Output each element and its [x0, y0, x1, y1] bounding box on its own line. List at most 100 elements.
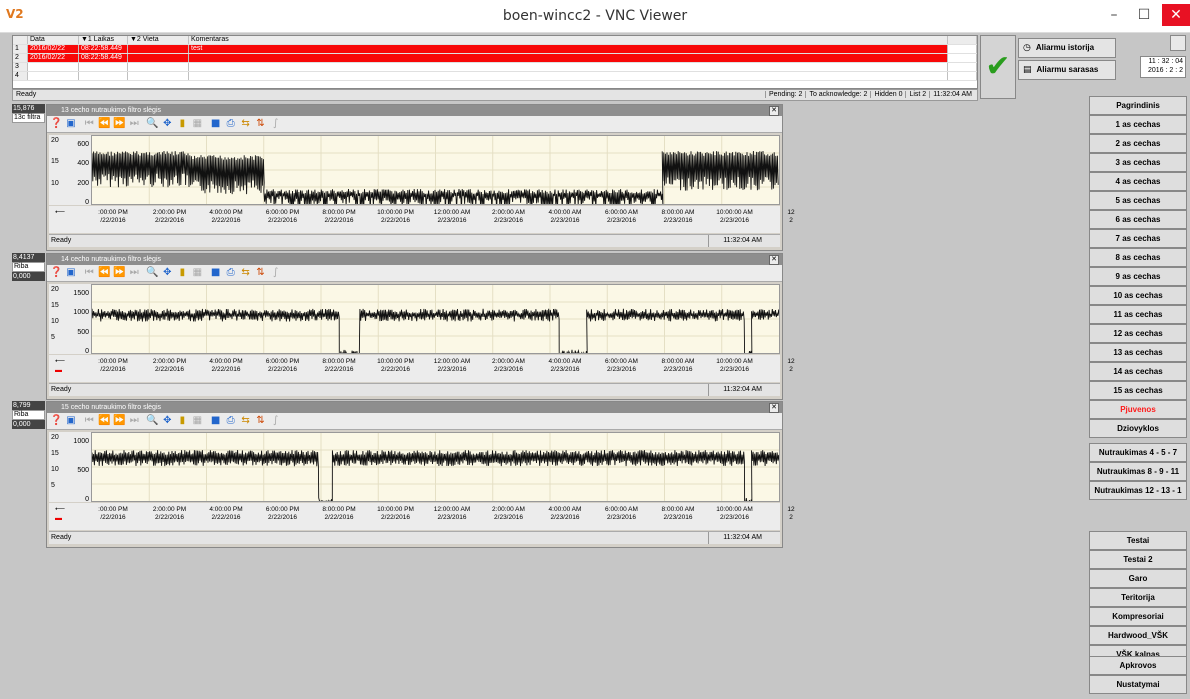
alarm-col-time[interactable]: ▼1 Laikas [78, 36, 128, 45]
zoom-icon[interactable]: 🔍 [146, 116, 158, 132]
nav-button-dziovyklos[interactable]: Dziovyklos [1089, 419, 1187, 438]
trend-window[interactable]: 13 cecho nutraukimo filtro slėgis ✕ ❓ ▣ ⏮ ⏪… [46, 104, 795, 251]
select-icon[interactable]: ▦ [191, 265, 203, 281]
move-icon[interactable]: ✥ [161, 413, 173, 429]
print-icon[interactable]: ⎙ [225, 116, 237, 132]
minimize-button[interactable]: – [1100, 4, 1128, 26]
help-icon[interactable]: ❓ [50, 265, 62, 281]
nav-button-garo[interactable]: Garo [1089, 569, 1187, 588]
last-icon[interactable]: ⏭ [128, 413, 140, 429]
prev-icon[interactable]: ⏪ [98, 265, 110, 281]
nav-button-5-as-cechas[interactable]: 5 as cechas [1089, 191, 1187, 210]
export-icon[interactable]: ⇆ [240, 413, 252, 429]
stats-icon[interactable]: ⇅ [255, 413, 267, 429]
alarm-col-date[interactable]: Data [27, 36, 79, 45]
nav-button-7-as-cechas[interactable]: 7 as cechas [1089, 229, 1187, 248]
nav-button-15-as-cechas[interactable]: 15 as cechas [1089, 381, 1187, 400]
alarm-col-comment[interactable]: Komentaras [188, 36, 948, 45]
nav-button-testai-2[interactable]: Testai 2 [1089, 550, 1187, 569]
nav-button-8-as-cechas[interactable]: 8 as cechas [1089, 248, 1187, 267]
nav-button-kompresoriai[interactable]: Kompresoriai [1089, 607, 1187, 626]
nav-button-hardwood-v-k[interactable]: Hardwood_VŠK [1089, 626, 1187, 645]
close-icon[interactable]: ✕ [769, 403, 779, 413]
select-icon[interactable]: ▦ [191, 116, 203, 132]
alarm-row[interactable]: 1 2016/02/22 08:22:58.449 test [13, 44, 977, 54]
value-label[interactable]: 13c filtra [12, 113, 45, 123]
maximize-button[interactable]: ☐ [1130, 4, 1158, 26]
nav-button-pjuvenos[interactable]: Pjuvenos [1089, 400, 1187, 419]
stop-icon[interactable]: ■ [210, 413, 222, 429]
close-icon[interactable]: ✕ [769, 106, 779, 116]
trend-plot[interactable] [91, 135, 780, 205]
nav-button-nutraukimas-4-5-7[interactable]: Nutraukimas 4 - 5 - 7 [1089, 443, 1187, 462]
nav-button-4-as-cechas[interactable]: 4 as cechas [1089, 172, 1187, 191]
alarm-row[interactable]: 2 2016/02/22 08:22:58.449 [13, 53, 977, 63]
alarm-row[interactable]: 4 [13, 71, 977, 81]
alarm-table[interactable]: Data ▼1 Laikas ▼2 Vieta Komentaras 1 201… [12, 35, 978, 89]
zoom-icon[interactable]: 🔍 [146, 265, 158, 281]
nav-button-6-as-cechas[interactable]: 6 as cechas [1089, 210, 1187, 229]
config-icon[interactable]: ▣ [65, 116, 77, 132]
acknowledge-button[interactable]: ✔ [980, 35, 1016, 99]
zoom-icon[interactable]: 🔍 [146, 413, 158, 429]
ruler-icon[interactable]: ▮ [176, 116, 188, 132]
print-icon[interactable]: ⎙ [225, 413, 237, 429]
nav-button-testai[interactable]: Testai [1089, 531, 1187, 550]
config-icon[interactable]: ▣ [65, 265, 77, 281]
nav-button-11-as-cechas[interactable]: 11 as cechas [1089, 305, 1187, 324]
alarm-history-button[interactable]: ◷ Aliarmu istorija [1018, 38, 1116, 58]
close-icon[interactable]: ✕ [769, 255, 779, 265]
export-icon[interactable]: ⇆ [240, 265, 252, 281]
panel-icon[interactable] [1170, 35, 1186, 51]
alarm-row[interactable]: 3 [13, 62, 977, 72]
help-icon[interactable]: ❓ [50, 116, 62, 132]
trend-window[interactable]: 14 cecho nutraukimo filtro slėgis ✕ ❓ ▣ ⏮ ⏪… [46, 253, 795, 400]
next-icon[interactable]: ⏩ [113, 265, 125, 281]
trend-title-bar[interactable]: 14 cecho nutraukimo filtro slėgis ✕ [47, 254, 782, 265]
nav-button-1-as-cechas[interactable]: 1 as cechas [1089, 115, 1187, 134]
config-icon[interactable]: ▣ [65, 413, 77, 429]
alarm-col-place[interactable]: ▼2 Vieta [127, 36, 189, 45]
prev-icon[interactable]: ⏪ [98, 413, 110, 429]
nav-button-9-as-cechas[interactable]: 9 as cechas [1089, 267, 1187, 286]
nav-button-teritorija[interactable]: Teritorija [1089, 588, 1187, 607]
first-icon[interactable]: ⏮ [83, 265, 95, 281]
ruler-icon[interactable]: ▮ [176, 265, 188, 281]
print-icon[interactable]: ⎙ [225, 265, 237, 281]
nav-button-nutraukimas-8-9-11[interactable]: Nutraukimas 8 - 9 - 11 [1089, 462, 1187, 481]
nav-button-2-as-cechas[interactable]: 2 as cechas [1089, 134, 1187, 153]
stop-icon[interactable]: ■ [210, 265, 222, 281]
nav-button-10-as-cechas[interactable]: 10 as cechas [1089, 286, 1187, 305]
stats-icon[interactable]: ⇅ [255, 116, 267, 132]
nav-button-3-as-cechas[interactable]: 3 as cechas [1089, 153, 1187, 172]
statistic-icon[interactable]: ∫ [270, 265, 282, 281]
nav-button-nustatymai[interactable]: Nustatymai [1089, 675, 1187, 694]
nav-button-nutraukimas-12-13-1[interactable]: Nutraukimas 12 - 13 - 1 [1089, 481, 1187, 500]
alarm-list-button[interactable]: ▤ Aliarmu sarasas [1018, 60, 1116, 80]
statistic-icon[interactable]: ∫ [270, 116, 282, 132]
export-icon[interactable]: ⇆ [240, 116, 252, 132]
nav-button-14-as-cechas[interactable]: 14 as cechas [1089, 362, 1187, 381]
next-icon[interactable]: ⏩ [113, 116, 125, 132]
move-icon[interactable]: ✥ [161, 265, 173, 281]
value-label[interactable]: Riba [12, 262, 45, 272]
nav-button-apkrovos[interactable]: Apkrovos [1089, 656, 1187, 675]
nav-button-13-as-cechas[interactable]: 13 as cechas [1089, 343, 1187, 362]
last-icon[interactable]: ⏭ [128, 265, 140, 281]
first-icon[interactable]: ⏮ [83, 413, 95, 429]
last-icon[interactable]: ⏭ [128, 116, 140, 132]
stop-icon[interactable]: ■ [210, 116, 222, 132]
move-icon[interactable]: ✥ [161, 116, 173, 132]
value-label[interactable]: Riba [12, 410, 45, 420]
prev-icon[interactable]: ⏪ [98, 116, 110, 132]
nav-button-12-as-cechas[interactable]: 12 as cechas [1089, 324, 1187, 343]
ruler-icon[interactable]: ▮ [176, 413, 188, 429]
first-icon[interactable]: ⏮ [83, 116, 95, 132]
trend-plot[interactable] [91, 432, 780, 502]
close-button[interactable]: ✕ [1162, 4, 1190, 26]
statistic-icon[interactable]: ∫ [270, 413, 282, 429]
help-icon[interactable]: ❓ [50, 413, 62, 429]
trend-window[interactable]: 15 cecho nutraukimo filtro slėgis ✕ ❓ ▣ ⏮ ⏪… [46, 401, 795, 548]
next-icon[interactable]: ⏩ [113, 413, 125, 429]
nav-button-pagrindinis[interactable]: Pagrindinis [1089, 96, 1187, 115]
